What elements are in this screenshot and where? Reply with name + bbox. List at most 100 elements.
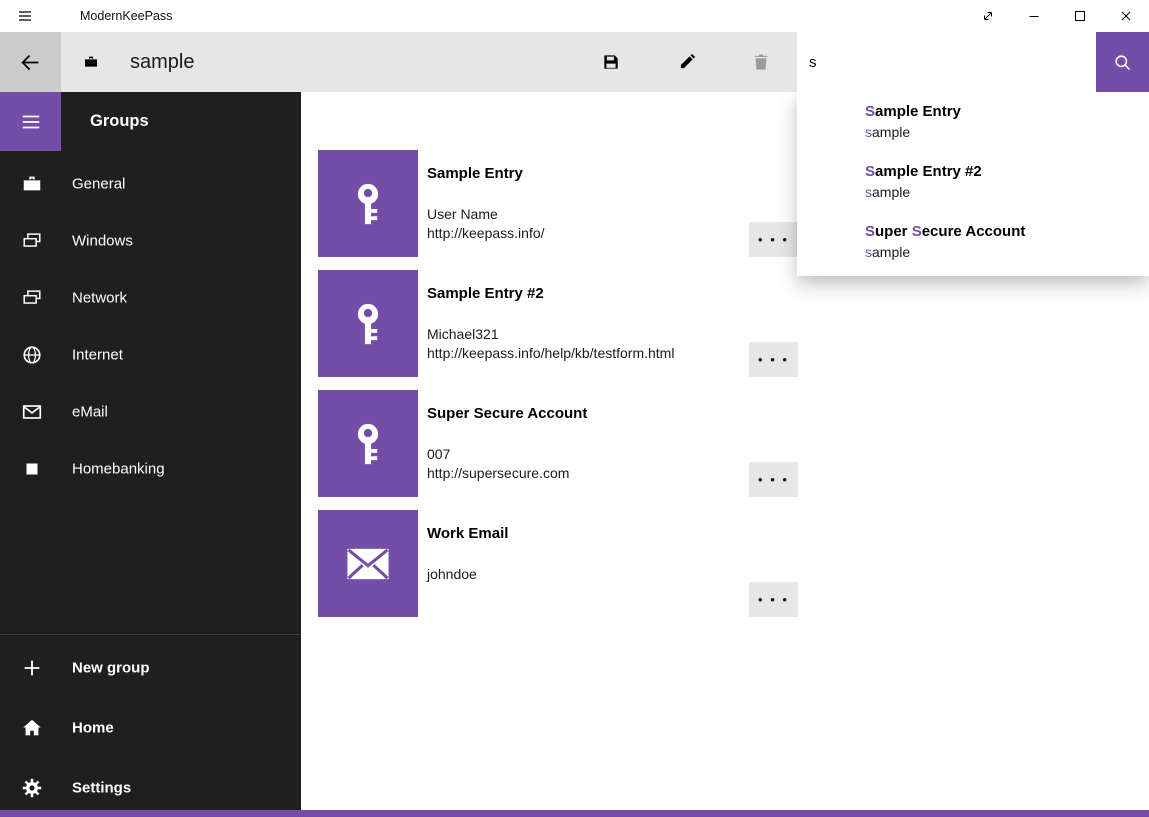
entry-info: Sample Entry User Name http://keepass.in…: [427, 150, 738, 243]
suggestion-title: Sample Entry: [865, 101, 1137, 122]
entry-tile: [318, 150, 418, 257]
mail-icon: [21, 401, 43, 423]
edit-pencil-icon: [677, 52, 697, 72]
minimize-icon: [1027, 9, 1041, 23]
entry-url: http://keepass.info/help/kb/testform.htm…: [427, 344, 738, 363]
sidebar-item-general[interactable]: General: [0, 155, 301, 212]
entry-more-button[interactable]: • • •: [749, 582, 798, 617]
title-bar: ModernKeePass: [0, 0, 1149, 32]
sidebar-hamburger-button[interactable]: [0, 92, 61, 151]
close-button[interactable]: [1103, 0, 1149, 32]
mail-icon: [342, 538, 394, 590]
group-list: General Windows Network Internet eMail H…: [0, 155, 301, 497]
accent-bottom-bar: [0, 810, 1149, 817]
sidebar-item-label: Home: [72, 720, 114, 737]
entry-username: johndoe: [427, 565, 738, 584]
maximize-button[interactable]: [1057, 0, 1103, 32]
sidebar-item-homebanking[interactable]: Homebanking: [0, 440, 301, 497]
database-title: sample: [130, 32, 194, 92]
entry-info: Super Secure Account 007 http://supersec…: [427, 390, 738, 483]
entry-row[interactable]: Sample Entry User Name http://keepass.in…: [301, 150, 798, 257]
search-icon: [1113, 53, 1132, 72]
entry-info: Sample Entry #2 Michael321 http://keepas…: [427, 270, 738, 363]
entry-tile: [318, 390, 418, 497]
sidebar-item-windows[interactable]: Windows: [0, 212, 301, 269]
command-bar: sample: [0, 32, 1149, 92]
search-button[interactable]: [1096, 32, 1149, 92]
plus-icon: [21, 657, 43, 679]
expand-button[interactable]: [965, 0, 1011, 32]
sidebar-item-new-group[interactable]: New group: [0, 638, 301, 698]
entry-more-button[interactable]: • • •: [749, 222, 798, 257]
entry-row[interactable]: Sample Entry #2 Michael321 http://keepas…: [301, 270, 798, 377]
entry-row[interactable]: Super Secure Account 007 http://supersec…: [301, 390, 798, 497]
entry-more-button[interactable]: • • •: [749, 342, 798, 377]
home-icon: [21, 717, 43, 739]
back-arrow-icon: [20, 52, 41, 73]
entry-title: Work Email: [427, 524, 738, 544]
gear-icon: [21, 777, 43, 799]
save-button[interactable]: [587, 32, 635, 92]
suggestion-item[interactable]: Sample Entry #2 sample: [797, 152, 1149, 212]
groups-heading: Groups: [90, 92, 149, 151]
suggestion-title: Super Secure Account: [865, 221, 1137, 242]
more-icon: • • •: [758, 352, 789, 367]
key-icon: [345, 301, 391, 347]
key-icon: [345, 181, 391, 227]
app-title: ModernKeePass: [80, 0, 172, 32]
sidebar: Groups General Windows Network Internet …: [0, 92, 301, 817]
close-icon: [1119, 9, 1133, 23]
sidebar-item-label: Internet: [72, 346, 123, 363]
square-icon: [21, 458, 43, 480]
briefcase-icon: [21, 173, 43, 195]
sidebar-divider: [0, 634, 301, 635]
window-controls: [965, 0, 1149, 32]
minimize-button[interactable]: [1011, 0, 1057, 32]
trash-icon: [751, 52, 771, 72]
back-button[interactable]: [0, 32, 61, 92]
app-window: ModernKeePass sample Groups General: [0, 0, 1149, 817]
monitors-icon: [21, 287, 43, 309]
entry-url: http://keepass.info/: [427, 224, 738, 243]
sidebar-item-network[interactable]: Network: [0, 269, 301, 326]
sidebar-item-internet[interactable]: Internet: [0, 326, 301, 383]
titlebar-hamburger-button[interactable]: [6, 0, 44, 32]
sidebar-item-home[interactable]: Home: [0, 698, 301, 758]
key-icon: [345, 421, 391, 467]
sidebar-item-settings[interactable]: Settings: [0, 758, 301, 817]
entry-username: User Name: [427, 205, 738, 224]
sidebar-item-label: Homebanking: [72, 460, 165, 477]
suggestion-item[interactable]: Super Secure Account sample: [797, 212, 1149, 272]
sidebar-item-label: Settings: [72, 780, 131, 797]
maximize-icon: [1073, 9, 1087, 23]
entry-row[interactable]: Work Email johndoe • • •: [301, 510, 798, 617]
search-input[interactable]: [797, 32, 1096, 92]
monitors-icon: [21, 230, 43, 252]
sidebar-item-label: eMail: [72, 403, 108, 420]
entry-info: Work Email johndoe: [427, 510, 738, 584]
globe-icon: [21, 344, 43, 366]
edit-button[interactable]: [663, 32, 711, 92]
more-icon: • • •: [758, 592, 789, 607]
save-icon: [601, 52, 621, 72]
sidebar-item-label: Windows: [72, 232, 133, 249]
database-briefcase-icon: [83, 54, 99, 70]
entry-username: Michael321: [427, 325, 738, 344]
sidebar-item-label: New group: [72, 660, 150, 677]
entry-tile: [318, 270, 418, 377]
sidebar-item-email[interactable]: eMail: [0, 383, 301, 440]
delete-button[interactable]: [737, 32, 785, 92]
search-suggestions: Sample Entry sample Sample Entry #2 samp…: [797, 92, 1149, 276]
suggestion-subtitle: sample: [865, 122, 1137, 142]
entry-tile: [318, 510, 418, 617]
suggestion-item[interactable]: Sample Entry sample: [797, 92, 1149, 152]
more-icon: • • •: [758, 472, 789, 487]
sidebar-actions: New group Home Settings: [0, 638, 301, 817]
entry-more-button[interactable]: • • •: [749, 462, 798, 497]
entry-url: http://supersecure.com: [427, 464, 738, 483]
expand-icon: [981, 9, 995, 23]
hamburger-icon: [17, 8, 33, 24]
entry-title: Super Secure Account: [427, 404, 738, 424]
entry-username: 007: [427, 445, 738, 464]
suggestion-subtitle: sample: [865, 182, 1137, 202]
